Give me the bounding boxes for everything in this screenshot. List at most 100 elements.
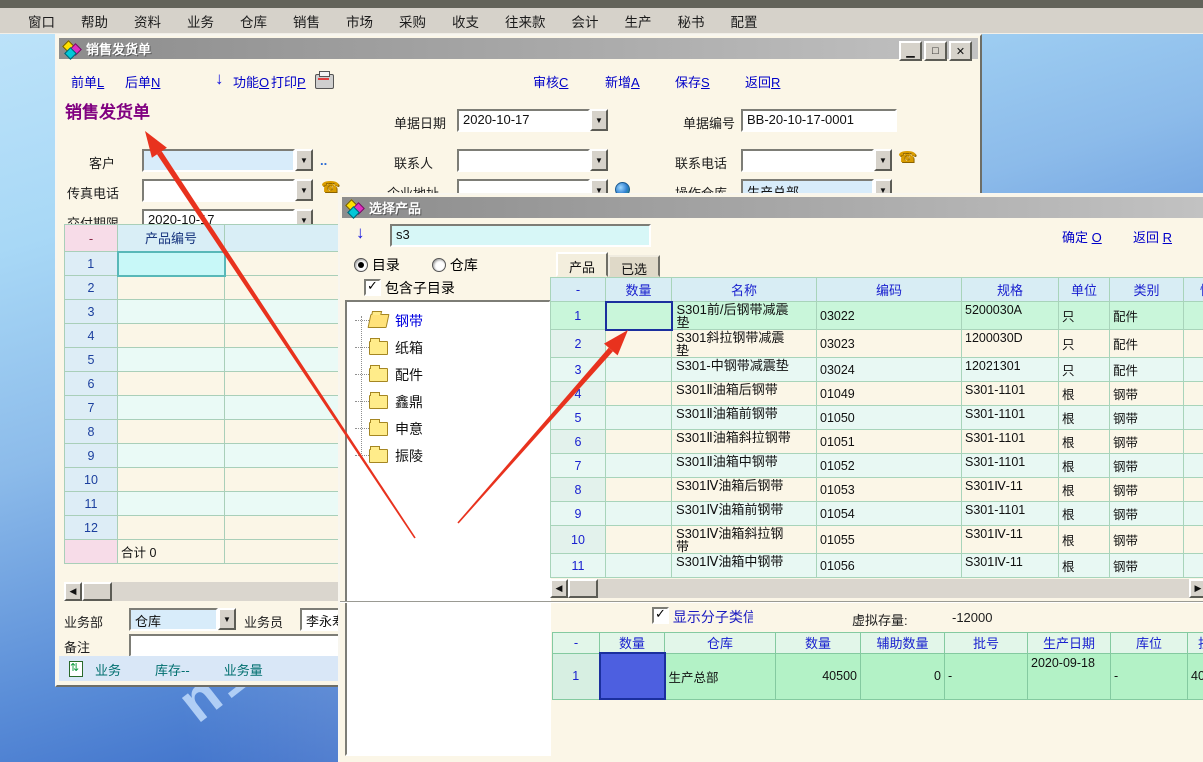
add-button[interactable]: 新增A bbox=[605, 72, 640, 91]
menu-item-市场[interactable]: 市场 bbox=[346, 11, 373, 31]
product-col-header[interactable]: 性 bbox=[1184, 278, 1203, 302]
name-cell[interactable]: S301-中钢带减震垫 bbox=[672, 358, 817, 382]
qty-cell[interactable] bbox=[606, 382, 672, 406]
menu-item-业务[interactable]: 业务 bbox=[187, 11, 214, 31]
code-cell[interactable]: 03024 bbox=[817, 358, 962, 382]
category-cell[interactable]: 钢带 bbox=[1110, 478, 1184, 502]
product-row[interactable]: 3S301-中钢带减震垫0302412021301只配件 bbox=[551, 358, 1203, 382]
qty-cell[interactable] bbox=[606, 406, 672, 430]
product-col-header[interactable]: 规格 bbox=[962, 278, 1059, 302]
code-cell[interactable]: 01053 bbox=[817, 478, 962, 502]
show-molecule-checkbox[interactable]: 显示分子类信 bbox=[652, 607, 753, 627]
search-input[interactable]: s3 bbox=[390, 224, 651, 247]
product-col-header[interactable]: 类别 bbox=[1110, 278, 1184, 302]
unit-cell[interactable]: 根 bbox=[1059, 526, 1110, 554]
extra-cell[interactable] bbox=[1184, 302, 1203, 330]
ok-button[interactable]: 确定 O bbox=[1062, 227, 1102, 246]
product-hscrollbar[interactable]: ◀ ▶ bbox=[550, 579, 1203, 598]
maximize-button[interactable]: □ bbox=[924, 41, 947, 61]
item-code-cell[interactable] bbox=[118, 468, 225, 492]
spec-cell[interactable]: 1200030D bbox=[962, 330, 1059, 358]
qty-cell[interactable] bbox=[606, 302, 672, 330]
menu-item-帮助[interactable]: 帮助 bbox=[81, 11, 108, 31]
qty-cell[interactable] bbox=[606, 358, 672, 382]
extra-cell[interactable] bbox=[1184, 554, 1203, 578]
code-cell[interactable]: 01052 bbox=[817, 454, 962, 478]
category-cell[interactable]: 钢带 bbox=[1110, 406, 1184, 430]
spec-cell[interactable]: 5200030A bbox=[962, 302, 1059, 330]
category-cell[interactable]: 配件 bbox=[1110, 302, 1184, 330]
radio-catalog[interactable]: 目录 bbox=[354, 255, 400, 275]
qty-cell[interactable] bbox=[606, 330, 672, 358]
stock-cell[interactable] bbox=[600, 653, 665, 699]
function-button[interactable]: 功能O bbox=[233, 72, 269, 91]
code-cell[interactable]: 01051 bbox=[817, 430, 962, 454]
footer-link[interactable]: 业务 bbox=[95, 660, 121, 679]
audit-button[interactable]: 审核C bbox=[533, 72, 568, 91]
product-row[interactable]: 9S301Ⅳ油箱前钢带01054S301-1101根钢带 bbox=[551, 502, 1203, 526]
name-cell[interactable]: S301Ⅱ油箱前钢带 bbox=[672, 406, 817, 430]
category-cell[interactable]: 钢带 bbox=[1110, 502, 1184, 526]
code-cell[interactable]: 01050 bbox=[817, 406, 962, 430]
code-cell[interactable]: 01056 bbox=[817, 554, 962, 578]
stock-col-header[interactable]: 生产日期 bbox=[1028, 633, 1111, 654]
product-row[interactable]: 10S301Ⅳ油箱斜拉钢带01055S301Ⅳ-11根钢带 bbox=[551, 526, 1203, 554]
tree-item-振陵[interactable]: 振陵 bbox=[347, 442, 549, 469]
name-cell[interactable]: S301斜拉钢带减震垫 bbox=[672, 330, 817, 358]
item-code-cell[interactable] bbox=[118, 300, 225, 324]
qty-cell[interactable] bbox=[606, 430, 672, 454]
category-cell[interactable]: 钢带 bbox=[1110, 454, 1184, 478]
stock-col-header[interactable]: 批号 bbox=[945, 633, 1028, 654]
tab-product[interactable]: 产品 bbox=[556, 252, 608, 277]
stock-cell[interactable]: 2020-09-18 bbox=[1028, 653, 1111, 699]
name-cell[interactable]: S301Ⅳ油箱斜拉钢带 bbox=[672, 526, 817, 554]
name-cell[interactable]: S301Ⅳ油箱后钢带 bbox=[672, 478, 817, 502]
extra-cell[interactable] bbox=[1184, 526, 1203, 554]
menu-item-配置[interactable]: 配置 bbox=[731, 11, 758, 31]
tab-selected[interactable]: 已选 bbox=[608, 255, 660, 277]
extra-cell[interactable] bbox=[1184, 430, 1203, 454]
extra-cell[interactable] bbox=[1184, 358, 1203, 382]
menu-item-生产[interactable]: 生产 bbox=[625, 11, 652, 31]
spec-cell[interactable]: S301-1101 bbox=[962, 454, 1059, 478]
stock-cell[interactable]: - bbox=[1111, 653, 1188, 699]
spec-cell[interactable]: S301-1101 bbox=[962, 406, 1059, 430]
stock-cell[interactable]: 生产总部 bbox=[665, 653, 776, 699]
spec-cell[interactable]: S301Ⅳ-11 bbox=[962, 554, 1059, 578]
items-corner-header[interactable]: - bbox=[65, 225, 118, 252]
item-code-cell[interactable] bbox=[118, 420, 225, 444]
product-col-header[interactable]: 数量 bbox=[606, 278, 672, 302]
stock-col-header[interactable]: 数量 bbox=[600, 633, 665, 654]
stock-cell[interactable]: 40500 bbox=[776, 653, 861, 699]
product-col-header[interactable]: 编码 bbox=[817, 278, 962, 302]
extra-cell[interactable] bbox=[1184, 478, 1203, 502]
back-button[interactable]: 返回R bbox=[745, 72, 780, 91]
menu-item-资料[interactable]: 资料 bbox=[134, 11, 161, 31]
unit-cell[interactable]: 根 bbox=[1059, 406, 1110, 430]
product-row[interactable]: 5S301Ⅱ油箱前钢带01050S301-1101根钢带 bbox=[551, 406, 1203, 430]
spec-cell[interactable]: S301-1101 bbox=[962, 382, 1059, 406]
name-cell[interactable]: S301Ⅳ油箱中钢带 bbox=[672, 554, 817, 578]
tree-item-钢带[interactable]: 钢带 bbox=[347, 307, 549, 334]
stock-row[interactable]: 1生产总部405000-2020-09-18-40500 bbox=[553, 653, 1203, 699]
menu-item-销售[interactable]: 销售 bbox=[293, 11, 320, 31]
item-code-cell[interactable] bbox=[118, 516, 225, 540]
qty-cell[interactable] bbox=[606, 502, 672, 526]
stock-col-header[interactable]: 库位 bbox=[1111, 633, 1188, 654]
code-cell[interactable]: 01049 bbox=[817, 382, 962, 406]
category-cell[interactable]: 钢带 bbox=[1110, 430, 1184, 454]
print-button[interactable]: 打印P bbox=[271, 72, 306, 91]
footer-link[interactable]: 库存-- bbox=[155, 660, 190, 679]
item-code-cell[interactable] bbox=[118, 444, 225, 468]
qty-cell[interactable] bbox=[606, 554, 672, 578]
prev-doc-button[interactable]: 前单L bbox=[71, 72, 104, 91]
qty-cell[interactable] bbox=[606, 478, 672, 502]
extra-cell[interactable] bbox=[1184, 382, 1203, 406]
unit-cell[interactable]: 根 bbox=[1059, 382, 1110, 406]
doc-no-input[interactable]: BB-20-10-17-0001 bbox=[741, 109, 897, 132]
unit-cell[interactable]: 根 bbox=[1059, 554, 1110, 578]
customer-combo[interactable]: ▼ bbox=[142, 149, 313, 171]
category-cell[interactable]: 钢带 bbox=[1110, 554, 1184, 578]
search-arrow-icon[interactable]: ↓ bbox=[356, 223, 365, 243]
stock-cell[interactable]: 0 bbox=[861, 653, 945, 699]
